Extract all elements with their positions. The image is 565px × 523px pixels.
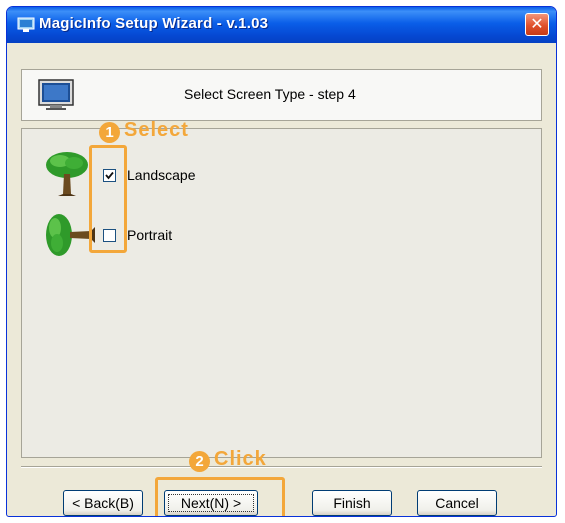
title-bar[interactable]: MagicInfo Setup Wizard - v.1.03 ✕ xyxy=(7,7,556,43)
select-annotation-text: Select xyxy=(124,119,189,141)
checkbox-highlight xyxy=(89,145,127,253)
step-2-badge: 2 xyxy=(189,451,210,472)
step-1-badge: 1 xyxy=(99,122,120,143)
tree-sideways-icon xyxy=(46,214,95,256)
step-title: Select Screen Type - step 4 xyxy=(184,86,356,102)
button-separator xyxy=(21,466,542,468)
close-button[interactable]: ✕ xyxy=(525,13,549,36)
step-header: Select Screen Type - step 4 xyxy=(21,69,542,121)
wizard-window: MagicInfo Setup Wizard - v.1.03 ✕ Select… xyxy=(6,6,557,517)
click-annotation-text: Click xyxy=(214,448,267,470)
window-title: MagicInfo Setup Wizard - v.1.03 xyxy=(39,15,269,32)
portrait-label: Portrait xyxy=(127,227,173,243)
next-button[interactable]: Next(N) > xyxy=(164,490,258,516)
app-icon xyxy=(17,17,35,32)
cancel-button[interactable]: Cancel xyxy=(417,490,497,516)
landscape-label: Landscape xyxy=(127,167,196,183)
close-icon: ✕ xyxy=(530,14,544,33)
tree-upright-icon xyxy=(46,152,88,196)
back-button[interactable]: < Back(B) xyxy=(63,490,143,516)
next-button-label: Next(N) > xyxy=(168,494,254,512)
monitor-icon xyxy=(38,79,74,110)
finish-button[interactable]: Finish xyxy=(312,490,392,516)
